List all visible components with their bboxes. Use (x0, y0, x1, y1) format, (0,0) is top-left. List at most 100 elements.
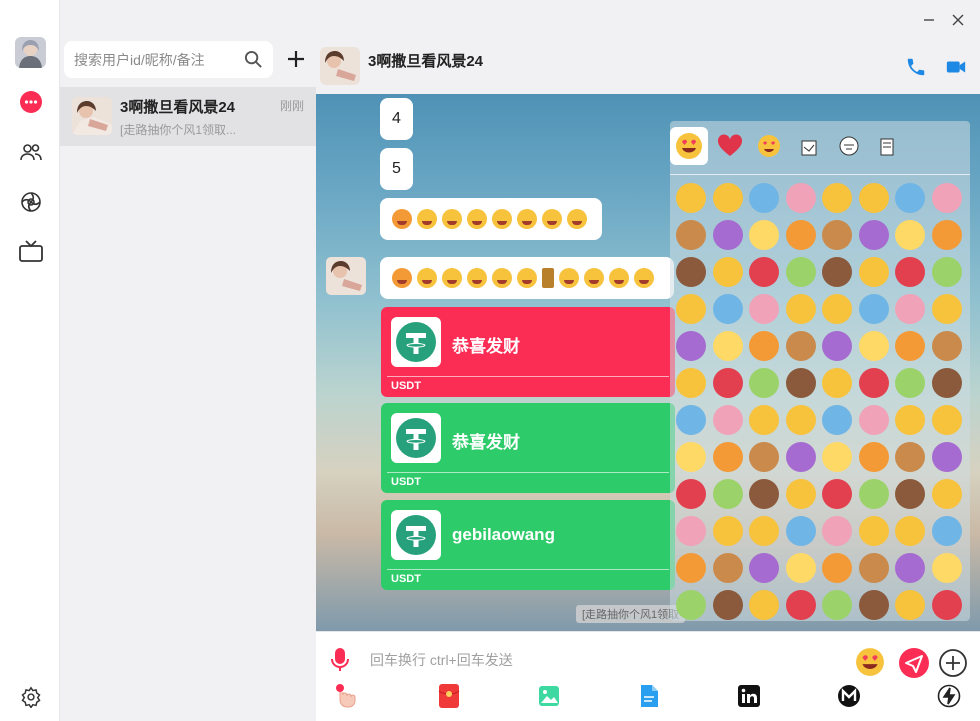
emoji-cell[interactable] (895, 442, 925, 472)
emoji-cell[interactable] (822, 516, 852, 546)
emoji-cell[interactable] (822, 220, 852, 250)
emoji-cell[interactable] (712, 590, 743, 620)
emoji-cell[interactable] (749, 442, 779, 472)
emoji-cell[interactable] (676, 294, 706, 324)
emoji-cell[interactable] (931, 183, 962, 213)
emoji-cell[interactable] (895, 368, 925, 398)
emoji-cell[interactable] (931, 553, 962, 583)
plus-icon[interactable] (284, 47, 308, 71)
emoji-cell[interactable] (712, 479, 743, 509)
emoji-cell[interactable] (749, 516, 779, 546)
tv-icon[interactable] (17, 238, 44, 265)
emoji-cell[interactable] (822, 331, 852, 361)
emoji-cell[interactable] (785, 479, 816, 509)
file-icon[interactable] (636, 683, 662, 709)
conversation-item[interactable]: 3啊撒旦看风景24 刚刚 [走路抽你个风1领取... (60, 87, 316, 146)
emoji-cell[interactable] (785, 257, 816, 287)
tab-sticker-3[interactable] (868, 127, 906, 165)
search-input[interactable] (74, 41, 239, 78)
emoji-icon[interactable] (855, 647, 885, 682)
emoji-cell[interactable] (822, 294, 852, 324)
send-icon[interactable] (898, 647, 930, 684)
search-icon[interactable] (244, 50, 263, 74)
emoji-cell[interactable] (676, 442, 706, 472)
emoji-cell[interactable] (822, 590, 852, 620)
emoji-cell[interactable] (822, 479, 852, 509)
emoji-cell[interactable] (749, 220, 779, 250)
red-packet-card[interactable]: 恭喜发财 USDT (381, 307, 675, 397)
emoji-cell[interactable] (785, 368, 816, 398)
emoji-cell[interactable] (676, 590, 706, 620)
linkedin-icon[interactable] (736, 683, 762, 709)
emoji-cell[interactable] (858, 516, 889, 546)
emoji-cell[interactable] (931, 516, 962, 546)
red-packet-icon[interactable] (436, 683, 462, 709)
emoji-cell[interactable] (712, 183, 743, 213)
emoji-cell[interactable] (749, 590, 779, 620)
emoji-cell[interactable] (822, 405, 852, 435)
emoji-cell[interactable] (895, 590, 925, 620)
red-packet-card[interactable]: 恭喜发财 USDT (381, 403, 675, 493)
emoji-cell[interactable] (931, 442, 962, 472)
emoji-cell[interactable] (712, 294, 743, 324)
emoji-cell[interactable] (712, 516, 743, 546)
emoji-cell[interactable] (858, 220, 889, 250)
emoji-cell[interactable] (785, 405, 816, 435)
message-bubble[interactable]: 5 (380, 148, 413, 190)
emoji-cell[interactable] (895, 553, 925, 583)
emoji-cell[interactable] (749, 183, 779, 213)
emoji-cell[interactable] (858, 331, 889, 361)
discover-icon[interactable] (17, 188, 44, 215)
emoji-cell[interactable] (785, 294, 816, 324)
sender-avatar[interactable] (326, 257, 366, 295)
emoji-cell[interactable] (822, 368, 852, 398)
m-icon[interactable] (836, 683, 862, 709)
tab-love-face[interactable] (750, 127, 788, 165)
emoji-cell[interactable] (785, 442, 816, 472)
emoji-cell[interactable] (858, 294, 889, 324)
emoji-cell[interactable] (785, 553, 816, 583)
emoji-cell[interactable] (749, 257, 779, 287)
emoji-cell[interactable] (712, 405, 743, 435)
emoji-cell[interactable] (712, 553, 743, 583)
emoji-cell[interactable] (931, 294, 962, 324)
emoji-cell[interactable] (712, 257, 743, 287)
emoji-cell[interactable] (785, 183, 816, 213)
emoji-cell[interactable] (712, 442, 743, 472)
phone-icon[interactable] (905, 56, 927, 78)
video-icon[interactable] (945, 56, 967, 78)
red-packet-card[interactable]: gebilaowang USDT (381, 500, 675, 590)
emoji-cell[interactable] (931, 479, 962, 509)
emoji-cell[interactable] (785, 331, 816, 361)
emoji-cell[interactable] (676, 368, 706, 398)
emoji-cell[interactable] (931, 331, 962, 361)
close-icon[interactable] (948, 10, 968, 30)
emoji-cell[interactable] (895, 220, 925, 250)
tab-sticker-1[interactable] (790, 127, 828, 165)
emoji-message-bubble[interactable] (380, 198, 602, 240)
emoji-cell[interactable] (785, 516, 816, 546)
emoji-cell[interactable] (749, 405, 779, 435)
mic-icon[interactable] (330, 648, 350, 672)
emoji-cell[interactable] (822, 442, 852, 472)
gesture-icon[interactable] (332, 683, 358, 709)
emoji-cell[interactable] (858, 442, 889, 472)
emoji-cell[interactable] (895, 294, 925, 324)
emoji-cell[interactable] (712, 331, 743, 361)
tab-heart[interactable] (711, 127, 749, 165)
emoji-message-bubble[interactable] (380, 257, 674, 299)
emoji-cell[interactable] (858, 479, 889, 509)
tab-sticker-2[interactable] (830, 127, 868, 165)
emoji-cell[interactable] (676, 479, 706, 509)
add-circle-icon[interactable] (938, 648, 968, 683)
flash-icon[interactable] (936, 683, 962, 709)
emoji-cell[interactable] (895, 479, 925, 509)
emoji-cell[interactable] (931, 368, 962, 398)
chat-avatar[interactable] (320, 47, 360, 85)
emoji-cell[interactable] (822, 257, 852, 287)
emoji-cell[interactable] (931, 590, 962, 620)
emoji-cell[interactable] (749, 331, 779, 361)
emoji-cell[interactable] (858, 590, 889, 620)
emoji-cell[interactable] (931, 257, 962, 287)
emoji-cell[interactable] (749, 294, 779, 324)
